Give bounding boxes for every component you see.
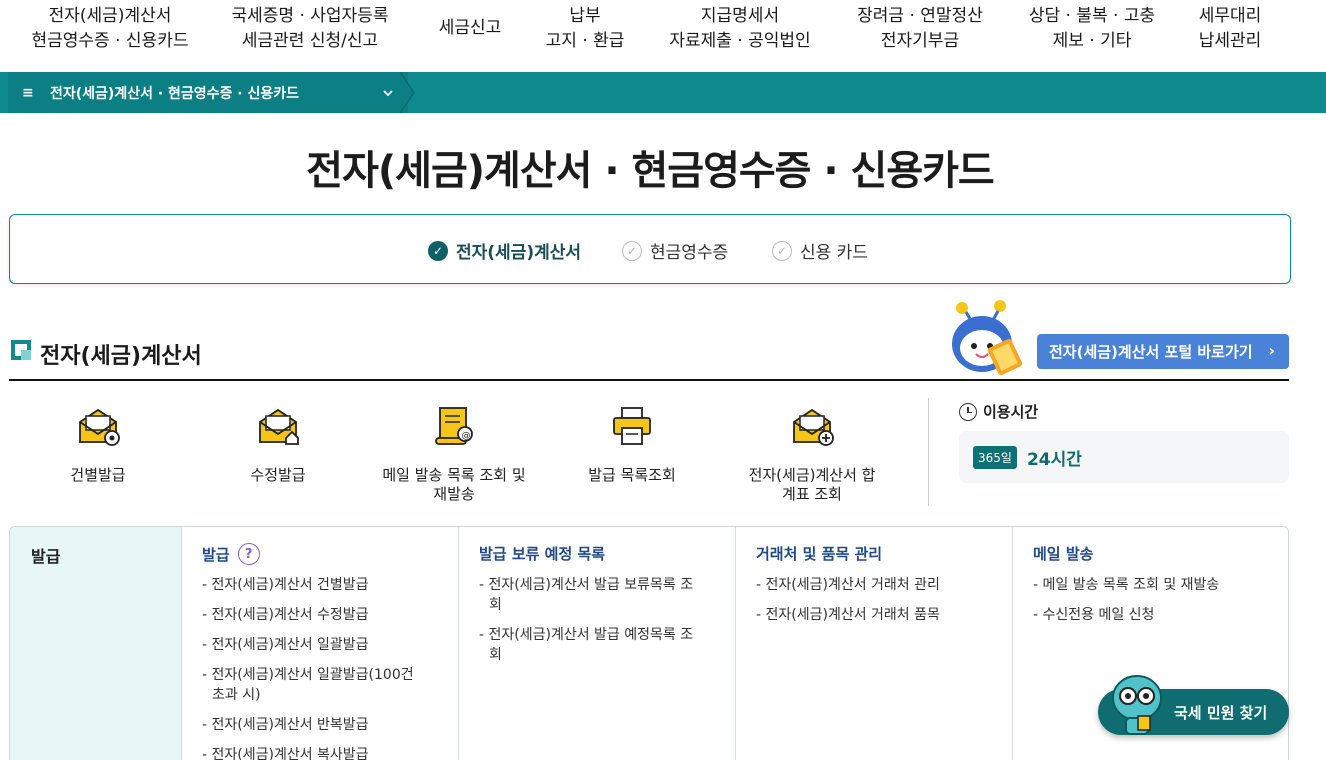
check-circle-icon: ✓ bbox=[428, 240, 448, 261]
section-title: 전자(세금)계산서 bbox=[40, 344, 202, 369]
mascot-glasses-icon bbox=[1112, 675, 1162, 735]
list-item[interactable]: - 전자(세금)계산서 건별발급 bbox=[202, 575, 442, 595]
usage-time-heading: 이용시간 bbox=[959, 401, 1038, 422]
category-tabs: ✓ 전자(세금)계산서 ✓ 현금영수증 ✓ 신용 카드 bbox=[9, 214, 1291, 284]
quick-issue-list[interactable]: 발급 목록조회 bbox=[542, 404, 722, 485]
quick-mail-list[interactable]: @ 메일 발송 목록 조회 및 재발송 bbox=[364, 404, 544, 504]
tab-credit-card[interactable]: ✓ 신용 카드 bbox=[772, 238, 868, 263]
top-navigation: 전자(세금)계산서 현금영수증 · 신용카드 국세증명 · 사업자등록 세금관련 신… bbox=[0, 0, 1326, 72]
envelope-plus-icon bbox=[793, 408, 834, 446]
list-item[interactable]: - 전자(세금)계산서 거래처 관리 bbox=[756, 575, 996, 595]
quick-summary-lookup[interactable]: 전자(세금)계산서 합계표 조회 bbox=[722, 404, 902, 504]
column-partner-items: 거래처 및 품목 관리 - 전자(세금)계산서 거래처 관리 - 전자(세금)계… bbox=[735, 527, 1012, 760]
list-item[interactable]: - 전자(세금)계산서 복사발급 bbox=[202, 745, 442, 760]
hours-text: 24시간 bbox=[1026, 449, 1082, 470]
list-item[interactable]: - 전자(세금)계산서 거래처 품목 bbox=[756, 605, 996, 625]
nav-incentive[interactable]: 장려금 · 연말정산 전자기부금 bbox=[850, 4, 990, 54]
e-invoice-portal-button[interactable]: 전자(세금)계산서 포털 바로가기 › bbox=[1037, 334, 1289, 369]
nav-payment-statement[interactable]: 지급명세서 자료제출 · 공익법인 bbox=[660, 4, 820, 54]
page-title: 전자(세금)계산서 · 현금영수증 · 신용카드 bbox=[306, 148, 994, 194]
clock-icon bbox=[959, 402, 977, 421]
section-divider bbox=[9, 379, 1289, 381]
quick-individual-issue[interactable]: 건별발급 bbox=[8, 404, 188, 485]
list-item[interactable]: - 수신전용 메일 신청 bbox=[1033, 605, 1273, 625]
breadcrumb-dropdown[interactable]: ≡ 전자(세금)계산서 · 현금영수증 · 신용카드 bbox=[8, 72, 408, 113]
printer-icon bbox=[613, 407, 651, 445]
quick-modified-issue[interactable]: 수정발급 bbox=[188, 404, 368, 485]
mascot-icon bbox=[952, 300, 1023, 376]
list-item[interactable]: - 전자(세금)계산서 발급 보류목록 조회 bbox=[479, 575, 701, 615]
check-circle-icon: ✓ bbox=[772, 240, 792, 261]
nav-tax-report[interactable]: 세금신고 bbox=[430, 16, 510, 41]
nav-certificates[interactable]: 국세증명 · 사업자등록 세금관련 신청/신고 bbox=[220, 4, 400, 54]
list-item[interactable]: - 전자(세금)계산서 반복발급 bbox=[202, 715, 442, 735]
nav-consulting[interactable]: 상담 · 불복 · 고충 제보 · 기타 bbox=[1022, 4, 1162, 54]
check-circle-icon: ✓ bbox=[622, 240, 642, 261]
column-title[interactable]: 발급 보류 예정 목록 bbox=[479, 543, 605, 564]
hamburger-menu-icon: ≡ bbox=[22, 84, 34, 101]
help-icon[interactable]: ? bbox=[237, 543, 260, 565]
table-row-header: 발급 bbox=[10, 527, 181, 760]
breadcrumb-bar: ≡ 전자(세금)계산서 · 현금영수증 · 신용카드 bbox=[0, 72, 1326, 113]
tab-e-invoice[interactable]: ✓ 전자(세금)계산서 bbox=[428, 238, 581, 263]
chevron-down-icon bbox=[383, 90, 393, 97]
menu-table: 발급 발급 ? - 전자(세금)계산서 건별발급 - 전자(세금)계산서 수정발… bbox=[9, 526, 1289, 760]
list-item[interactable]: - 전자(세금)계산서 일괄발급 bbox=[202, 635, 442, 655]
envelope-house-icon bbox=[259, 408, 299, 445]
column-pending-list: 발급 보류 예정 목록 - 전자(세금)계산서 발급 보류목록 조회 - 전자(… bbox=[458, 527, 735, 760]
usage-time-box: 365일 24시간 bbox=[959, 431, 1289, 483]
list-item[interactable]: - 전자(세금)계산서 일괄발급(100건 초과 시) bbox=[202, 665, 424, 705]
chevron-right-icon: › bbox=[1268, 341, 1275, 360]
nav-tax-agent[interactable]: 세무대리 납세관리 bbox=[1190, 4, 1270, 54]
tab-cash-receipt[interactable]: ✓ 현금영수증 bbox=[622, 238, 728, 263]
nav-e-invoice[interactable]: 전자(세금)계산서 현금영수증 · 신용카드 bbox=[30, 4, 190, 54]
breadcrumb-label: 전자(세금)계산서 · 현금영수증 · 신용카드 bbox=[50, 85, 300, 102]
column-title[interactable]: 메일 발송 bbox=[1033, 543, 1093, 564]
envelope-gear-icon bbox=[79, 408, 120, 446]
column-issue: 발급 ? - 전자(세금)계산서 건별발급 - 전자(세금)계산서 수정발급 -… bbox=[181, 527, 458, 760]
section-square-icon bbox=[11, 340, 31, 360]
scroll-mail-icon: @ bbox=[435, 407, 473, 445]
column-title: 발급 ? bbox=[202, 543, 260, 565]
column-title[interactable]: 거래처 및 품목 관리 bbox=[756, 543, 882, 564]
list-item[interactable]: - 전자(세금)계산서 발급 예정목록 조회 bbox=[479, 625, 701, 665]
list-item[interactable]: - 전자(세금)계산서 수정발급 bbox=[202, 605, 442, 625]
vertical-divider bbox=[928, 398, 929, 506]
svg-text:@: @ bbox=[462, 431, 471, 441]
days-badge: 365일 bbox=[973, 445, 1017, 469]
list-item[interactable]: - 메일 발송 목록 조회 및 재발송 bbox=[1033, 575, 1273, 595]
nav-payment[interactable]: 납부 고지 · 환급 bbox=[535, 4, 635, 54]
